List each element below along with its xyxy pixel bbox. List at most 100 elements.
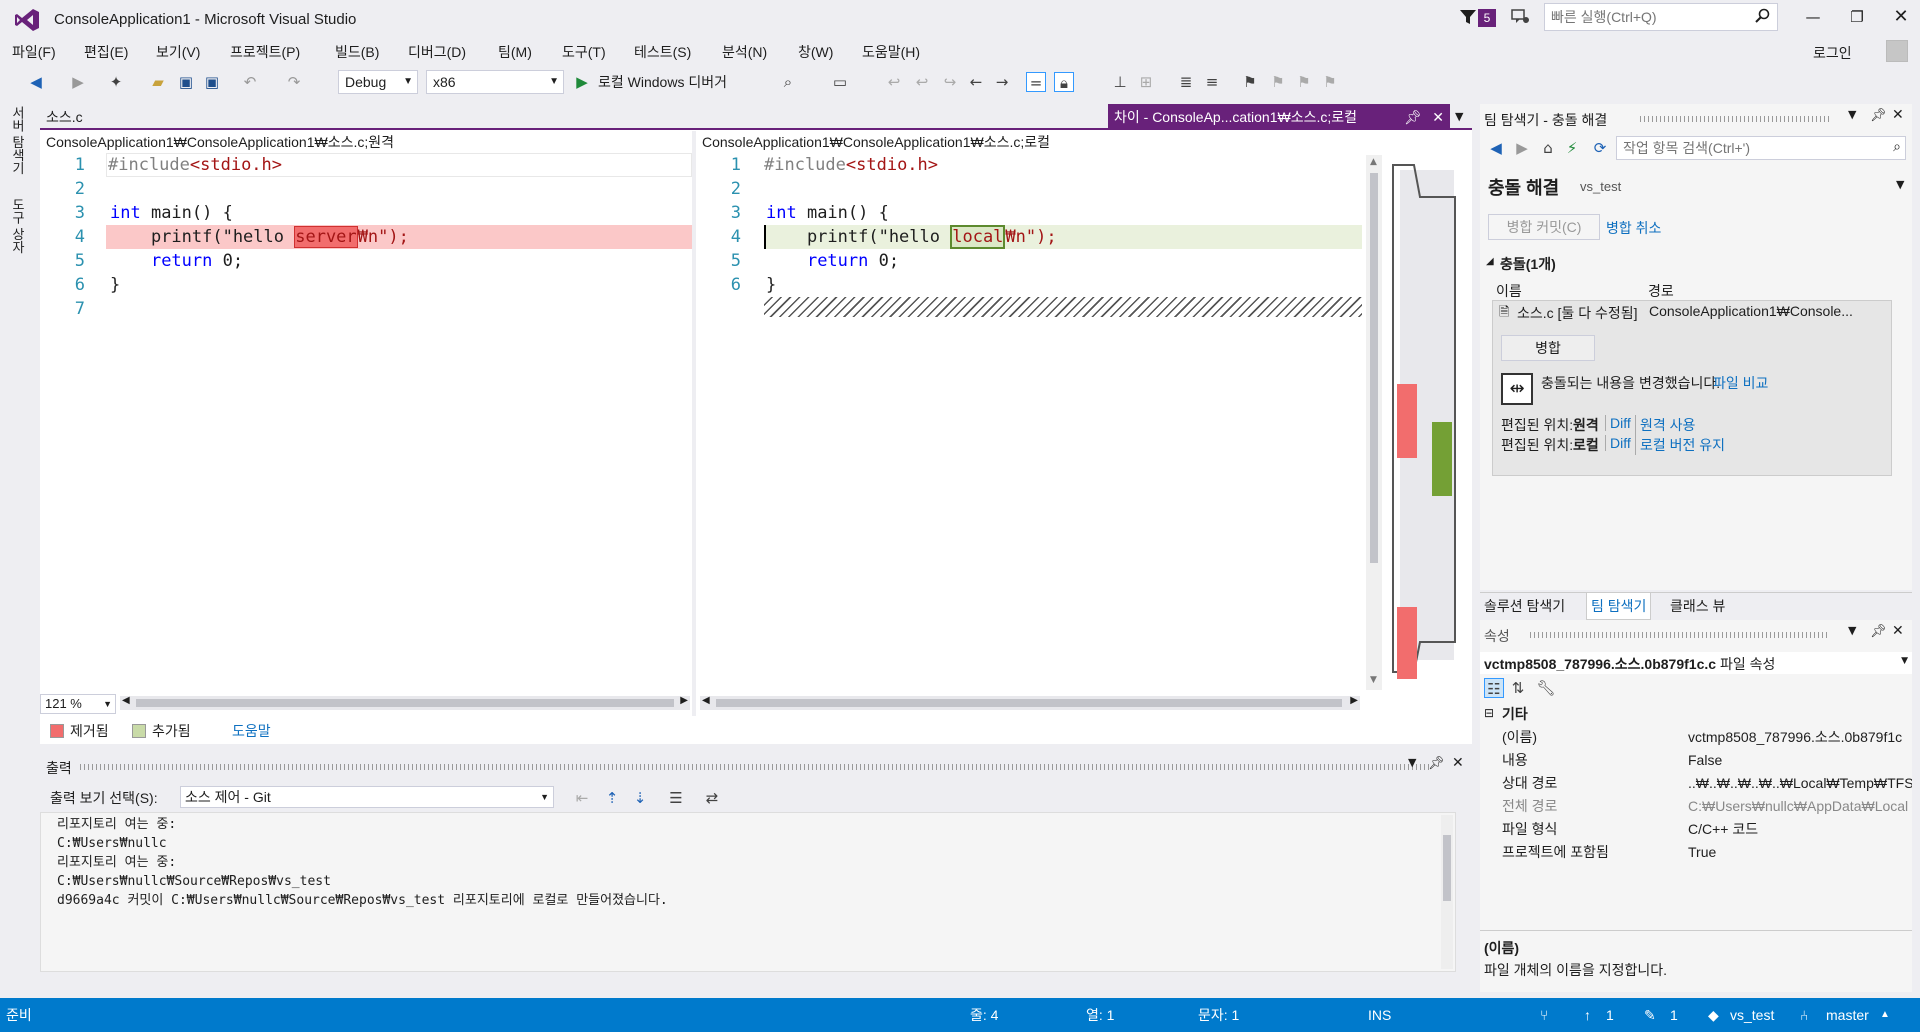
notification-badge[interactable]: 5 — [1478, 9, 1496, 27]
scrollbar-thumb[interactable] — [136, 699, 674, 707]
object-selector[interactable]: vctmp8508_787996.소스.0b879f1c.c 파일 속성 ▼ — [1480, 652, 1912, 674]
property-row[interactable]: 내용 False — [1480, 749, 1912, 772]
menu-project[interactable]: 프로젝트(P) — [230, 42, 300, 62]
property-pages-icon[interactable]: 🔧︎ — [1536, 678, 1556, 698]
left-horizontal-scrollbar[interactable]: ◀ ▶ — [120, 695, 690, 710]
repository-icon[interactable]: ◆ — [1708, 998, 1719, 1032]
output-text-area[interactable]: 리포지토리 여는 중: C:₩Users₩nullc 리포지토리 여는 중: C… — [40, 812, 1456, 972]
pencil-icon[interactable]: ✎ — [1644, 998, 1656, 1032]
connect-icon[interactable]: ⚡︎ — [1562, 138, 1582, 158]
property-row[interactable]: 파일 형식 C/C++ 코드 — [1480, 818, 1912, 841]
merge-button[interactable]: 병합 — [1501, 335, 1595, 361]
quick-launch-input[interactable] — [1545, 4, 1745, 30]
toolbox-tab[interactable]: 도구 상자 — [8, 198, 27, 254]
pin-icon[interactable]: 📌︎ — [1870, 108, 1887, 123]
lock-icon[interactable]: 🔒︎ — [1054, 72, 1074, 92]
legend-help-link[interactable]: 도움말 — [232, 721, 271, 741]
feedback-icon[interactable] — [1510, 8, 1530, 26]
scrollbar-thumb[interactable] — [1370, 173, 1378, 563]
new-project-icon[interactable]: ✦ — [106, 72, 126, 92]
undo-icon[interactable]: ↶ — [240, 72, 260, 92]
clear-all-icon[interactable]: ☰ — [666, 788, 686, 808]
property-row[interactable]: (이름) vctmp8508_787996.소스.0b879f1c — [1480, 726, 1912, 749]
forward-icon[interactable]: ▶ — [1512, 138, 1532, 158]
maximize-button[interactable]: ❐ — [1840, 4, 1874, 30]
close-tab-icon[interactable]: ✕ — [1432, 104, 1444, 130]
close-window-button[interactable]: ✕ — [1884, 4, 1918, 30]
zoom-dropdown[interactable]: 121 % ▼ — [40, 694, 116, 714]
pending-changes-count[interactable]: 1 — [1670, 998, 1678, 1032]
collapse-icon[interactable]: ◢ — [1486, 256, 1494, 267]
output-source-dropdown[interactable]: 소스 제어 - Git ▼ — [180, 786, 554, 808]
remote-code-pane[interactable]: 1 #include<stdio.h> 2 3 int main() { 4 pri… — [40, 153, 692, 693]
conflict-row[interactable]: 🗎︎ 소스.c [둘 다 수정됨] ConsoleApplication1₩Co… — [1493, 301, 1891, 323]
scrollbar-thumb[interactable] — [716, 699, 1342, 707]
prev-message-icon[interactable]: ⇡ — [602, 788, 622, 808]
save-all-icon[interactable]: ▣ — [202, 72, 222, 92]
repository-name[interactable]: vs_test — [1730, 998, 1774, 1032]
page-menu-chevron-icon[interactable]: ▼ — [1896, 178, 1904, 191]
quick-launch-box[interactable] — [1544, 3, 1778, 31]
forward-icon[interactable]: ▶ — [68, 72, 88, 92]
merge-commit-button[interactable]: 병합 커밋(C) — [1488, 214, 1600, 240]
alphabetical-icon[interactable]: ⇅ — [1508, 678, 1528, 698]
pin-icon[interactable]: 📌︎ — [1870, 624, 1887, 639]
configuration-dropdown[interactable]: Debug ▼ — [338, 70, 418, 94]
keep-local-link[interactable]: 로컬 버전 유지 — [1635, 435, 1725, 455]
prev-bookmark-icon[interactable]: ⚑ — [1268, 72, 1288, 92]
redo-icon[interactable]: ↷ — [284, 72, 304, 92]
vertical-scrollbar[interactable]: ▲ ▼ — [1366, 155, 1382, 690]
close-panel-icon[interactable]: ✕ — [1452, 755, 1464, 771]
panel-menu-chevron-icon[interactable]: ▼ — [1848, 108, 1856, 121]
tab-solution-explorer[interactable]: 솔루션 탐색기 — [1484, 596, 1565, 616]
platform-dropdown[interactable]: x86 ▼ — [426, 70, 564, 94]
account-icon[interactable] — [1886, 40, 1908, 62]
scroll-right-icon[interactable]: ▶ — [1350, 695, 1358, 706]
abort-merge-link[interactable]: 병합 취소 — [1606, 218, 1661, 238]
menu-debug[interactable]: 디버그(D) — [408, 42, 466, 62]
run-icon[interactable]: ▶ — [572, 72, 592, 92]
pin-icon[interactable]: 📌︎ — [1428, 756, 1445, 771]
menu-view[interactable]: 보기(V) — [156, 42, 200, 62]
outdent-icon[interactable]: ≣ — [1176, 72, 1196, 92]
comment-icon[interactable]: ≡ — [1202, 72, 1222, 92]
refresh-icon[interactable]: ⟳ — [1590, 138, 1610, 158]
right-horizontal-scrollbar[interactable]: ◀ ▶ — [700, 695, 1360, 710]
pin-icon[interactable]: 📌︎ — [1404, 104, 1422, 130]
categorized-icon[interactable]: ☷ — [1484, 678, 1504, 698]
menu-test[interactable]: 테스트(S) — [634, 42, 691, 62]
tab-overflow-chevron-icon[interactable]: ▼ — [1455, 110, 1463, 123]
close-panel-icon[interactable]: ✕ — [1892, 107, 1904, 123]
take-remote-link[interactable]: 원격 사용 — [1635, 415, 1695, 435]
home-icon[interactable]: ⌂ — [1538, 138, 1558, 158]
diff-local-link[interactable]: Diff — [1605, 435, 1631, 451]
menu-team[interactable]: 팀(M) — [498, 42, 532, 62]
find-in-files-icon[interactable]: ⌕ — [778, 72, 798, 92]
filter-icon[interactable] — [1459, 8, 1477, 26]
merge-icon[interactable]: ⑂ — [1540, 998, 1548, 1032]
menu-edit[interactable]: 편집(E) — [84, 42, 128, 62]
next-bookmark-icon[interactable]: ⚑ — [1294, 72, 1314, 92]
menu-tools[interactable]: 도구(T) — [562, 42, 606, 62]
compare-files-link[interactable]: 파일 비교 — [1713, 373, 1768, 393]
conflicts-header[interactable]: 충돌(1개) — [1500, 254, 1556, 274]
branch-name[interactable]: master — [1826, 998, 1869, 1032]
find-message-icon[interactable]: ⇤ — [572, 788, 592, 808]
server-explorer-tab[interactable]: 서버 탐색기 — [8, 106, 27, 175]
save-icon[interactable]: ▣ — [176, 72, 196, 92]
run-debugger-button[interactable]: 로컬 Windows 디버거 — [598, 72, 727, 92]
search-icon[interactable]: ⌕ — [1893, 139, 1901, 155]
back-icon[interactable]: ◀ — [26, 72, 46, 92]
next-change-icon[interactable]: → — [992, 72, 1012, 92]
open-file-icon[interactable]: ▰ — [148, 72, 168, 92]
back-icon[interactable]: ◀ — [1486, 138, 1506, 158]
menu-file[interactable]: 파일(F) — [12, 42, 56, 62]
work-item-search-box[interactable]: ⌕ — [1616, 136, 1906, 160]
work-item-search-input[interactable] — [1617, 137, 1857, 159]
scrollbar-thumb[interactable] — [1443, 835, 1451, 901]
property-row[interactable]: 프로젝트에 포함됨 True — [1480, 841, 1912, 864]
next-message-icon[interactable]: ⇣ — [630, 788, 650, 808]
login-link[interactable]: 로그인 — [1813, 43, 1852, 63]
word-wrap-icon[interactable]: ⇄ — [702, 788, 722, 808]
bookmark-icon[interactable]: ⚑ — [1240, 72, 1260, 92]
